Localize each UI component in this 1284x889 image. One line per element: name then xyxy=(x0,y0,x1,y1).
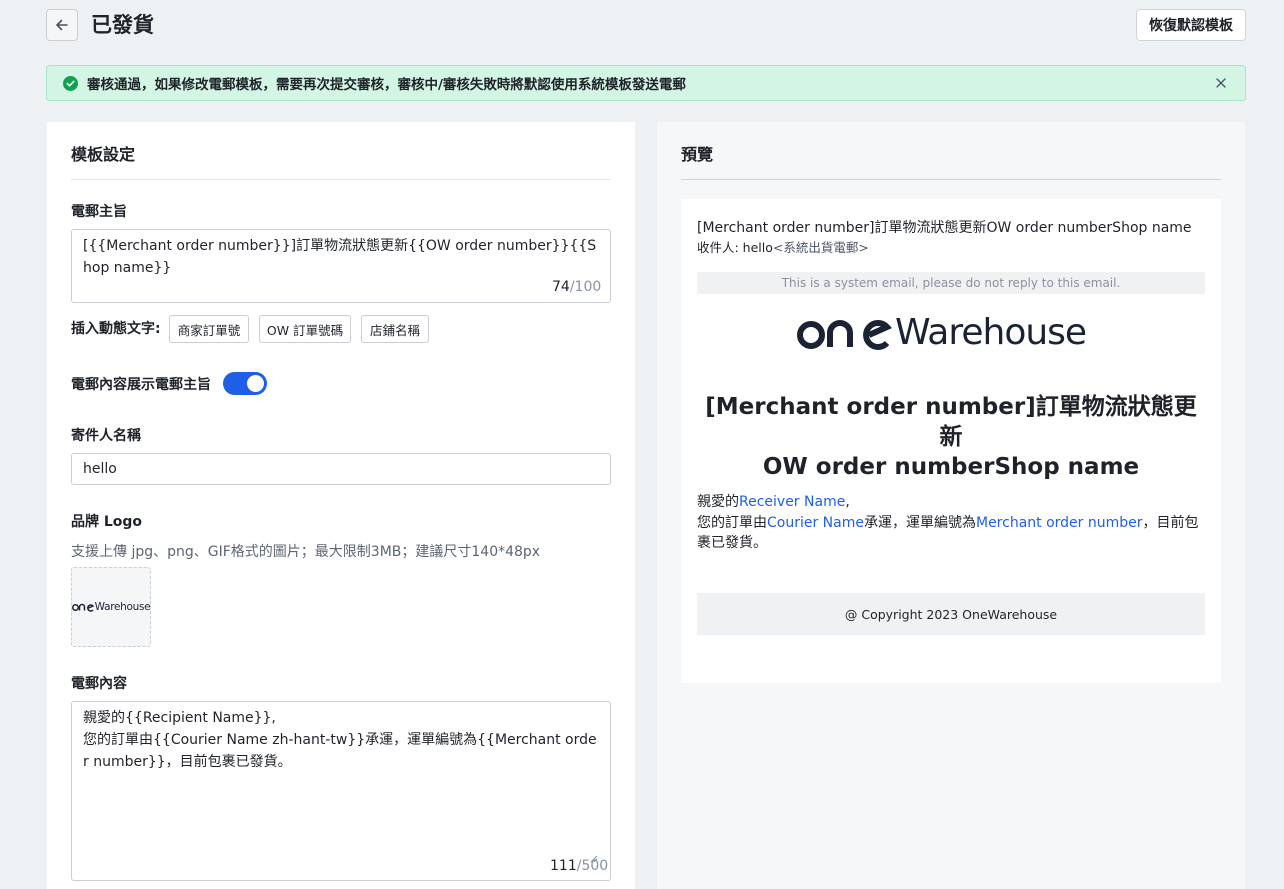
preview-recipient: 收件人: hello<系統出貨電郵> xyxy=(697,237,869,256)
body-prefix: 您的訂單由 xyxy=(697,514,767,531)
subject-value: [{{Merchant order number}}]訂單物流狀態更新{{OW … xyxy=(83,238,597,276)
greeting-suffix: , xyxy=(845,494,850,510)
brand-logo: Warehouse xyxy=(797,312,1087,353)
sender-name-label: 寄件人名稱 xyxy=(71,428,141,444)
preview-panel: 預覽 [Merchant order number]訂單物流狀態更新 OW ord… xyxy=(657,122,1245,889)
subject-counter: 74/100 xyxy=(552,279,601,295)
close-icon[interactable] xyxy=(1213,75,1229,91)
chip-shop-name[interactable]: 店鋪名稱 xyxy=(361,315,429,343)
courier-name-link[interactable]: Courier Name xyxy=(767,515,864,531)
template-settings-panel: 模板設定 電郵主旨 [{{Merchant order number}}]訂單物… xyxy=(47,122,635,889)
dynamic-text-label: 插入動態文字: xyxy=(71,321,161,337)
receiver-name-link[interactable]: Receiver Name xyxy=(739,494,845,510)
heading-line-2: OW order numberShop name xyxy=(762,454,1140,480)
preview-subject: [Merchant order number]訂單物流狀態更新OW order … xyxy=(697,220,1192,236)
content-max: /500 xyxy=(576,858,609,874)
body-line: 您的訂單由Courier Name承運，運單編號為Merchant order … xyxy=(697,513,1205,554)
page-title: 已發貨 xyxy=(91,13,154,37)
one-logo-icon xyxy=(797,320,892,350)
show-subject-label: 電郵內容展示電郵主旨 xyxy=(71,377,211,393)
content-count: 111 xyxy=(550,858,577,874)
email-preview: [Merchant order number]訂單物流狀態更新 OW order … xyxy=(681,199,1221,683)
preview-heading: [Merchant order number]訂單物流狀態更新 OW order… xyxy=(697,392,1205,482)
recipient-address: <系統出貨電郵> xyxy=(772,240,869,255)
show-subject-toggle[interactable] xyxy=(223,372,267,395)
subject-label: 電郵主旨 xyxy=(71,204,127,220)
check-circle-icon xyxy=(63,75,78,91)
divider xyxy=(71,179,611,180)
content-textarea[interactable]: 親愛的{{Recipient Name}}, 您的訂單由{{Courier Na… xyxy=(71,701,611,881)
subject-count: 74 xyxy=(552,279,570,295)
arrow-left-icon xyxy=(55,18,69,32)
brand-logo-hint: 支援上傳 jpg、png、GIF格式的圖片；最大限制3MB；建議尺寸140*48… xyxy=(71,544,541,560)
settings-title: 模板設定 xyxy=(71,145,136,164)
logo-upload[interactable]: Warehouse xyxy=(71,567,151,647)
brand-logo-text: Warehouse xyxy=(94,601,151,613)
brand-logo-thumbnail: Warehouse xyxy=(71,601,151,613)
recipient-prefix: 收件人: hello xyxy=(697,240,773,255)
subject-max: /100 xyxy=(569,279,602,295)
content-counter: 111/500 xyxy=(550,858,608,874)
brand-logo-text: Warehouse xyxy=(895,312,1087,353)
brand-logo-label: 品牌 Logo xyxy=(71,514,143,530)
sender-name-input[interactable]: hello xyxy=(71,453,611,485)
content-value: 親愛的{{Recipient Name}}, 您的訂單由{{Courier Na… xyxy=(83,710,597,770)
copyright-footer: @ Copyright 2023 OneWarehouse xyxy=(697,593,1205,635)
greeting-line: 親愛的Receiver Name, xyxy=(697,492,1205,513)
chip-merchant-order-number[interactable]: 商家訂單號 xyxy=(169,315,249,343)
restore-default-template-button[interactable]: 恢復默認模板 xyxy=(1136,9,1246,41)
content-label: 電郵內容 xyxy=(71,676,127,692)
one-logo-icon xyxy=(71,603,94,612)
chip-ow-order-number[interactable]: OW 訂單號碼 xyxy=(259,315,351,343)
back-button[interactable] xyxy=(46,9,78,41)
order-number-link[interactable]: Merchant order number xyxy=(976,515,1143,531)
toggle-knob xyxy=(247,375,264,392)
resize-grip-icon[interactable] xyxy=(590,848,598,863)
greeting-prefix: 親愛的 xyxy=(697,494,739,510)
sender-name-value: hello xyxy=(83,461,117,477)
preview-divider xyxy=(681,179,1221,180)
system-notice: This is a system email, please do not re… xyxy=(697,272,1205,294)
heading-line-1: [Merchant order number]訂單物流狀態更新 xyxy=(705,394,1197,450)
success-alert: 審核通過，如果修改電郵模板，需要再次提交審核，審核中/審核失敗時將默認使用系統模… xyxy=(46,65,1246,101)
body-mid: 承運，運單編號為 xyxy=(863,514,976,531)
subject-input[interactable]: [{{Merchant order number}}]訂單物流狀態更新{{OW … xyxy=(71,229,611,303)
preview-title: 預覽 xyxy=(681,145,714,164)
preview-body: 親愛的Receiver Name, 您的訂單由Courier Name承運，運單… xyxy=(697,492,1205,554)
alert-message: 審核通過，如果修改電郵模板，需要再次提交審核，審核中/審核失敗時將默認使用系統模… xyxy=(87,77,686,93)
